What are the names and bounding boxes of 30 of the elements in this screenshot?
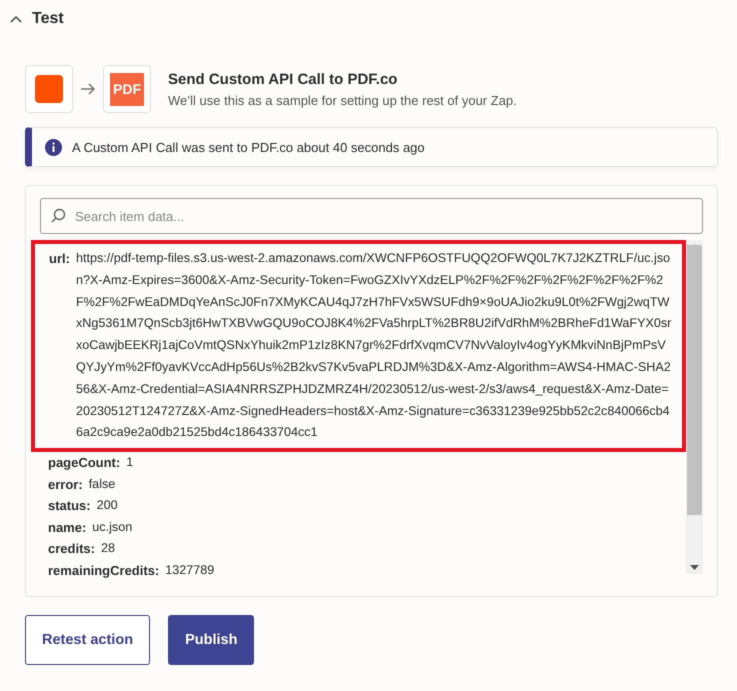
search-field[interactable]: Search item data... — [40, 198, 703, 234]
field-key: url: — [49, 248, 70, 444]
field-value: 1 — [126, 454, 134, 472]
field-value: 200 — [96, 497, 118, 514]
field-value: uc.json — [92, 518, 132, 536]
retest-button[interactable]: Retest action — [25, 615, 150, 665]
collapse-icon[interactable] — [10, 15, 22, 23]
field-value: 28 — [100, 540, 115, 558]
field-key: error: — [48, 474, 83, 496]
section-title: Test — [32, 10, 64, 28]
notice-text: A Custom API Call was sent to PDF.co about 40 seconds ago — [72, 140, 425, 154]
scrollbar[interactable] — [686, 240, 703, 574]
scroll-down-icon[interactable] — [690, 565, 699, 570]
search-icon — [50, 208, 66, 224]
trigger-app-logo — [25, 65, 73, 113]
field-key: remainingCredits: — [48, 560, 160, 582]
field-key: pageCount: — [48, 452, 120, 474]
arrow-icon — [80, 83, 96, 95]
field-key: credits: — [48, 538, 95, 560]
field-value: false — [88, 476, 116, 493]
field-value: https://pdf-temp-files.s3.us-west-2.amazonaws.com/XWCNFP6OSTFUQQ2OFWQ0L7K7J2KZTRLF/uc.json?X-Amz-Expires=3600&X-Amz-Security-Token=FwoGZXIvYXdzELP%2F%2F%2F%2F%2F%2F%2F%2F%2F%2FwEaDMDqYeAnScJ0Fn7XMyKCAU4qJ7zH7hFVx5WSUFdh9×9oUAJio2ku9L0t%2FWgj2wqTWxNg5361M7QnScb3jt6HwTXBVwGQU9oCOJ8K4%2FVa5hrpLT%2BR8U2ifVdRhM%2BRheFd1WaFYX0srxoCawjbEEKRj1ajCoVmtQSNxYhuik2mP1zIz8KN7gr%2FdrfXvqmCV7NvValoyIv4ogYyKMkviNnBjPmPsVQYJyYm%2Ff0yavKVccAdHp56Us%2B2kvS7Kv5vaPLRDJM%3D&X-Amz-Algorithm=AWS4-HMAC-SHA256&X-Amz-Credential=ASIA4NRRSZPHJDZMRZ4H/20230512/us-west-2/s3/aws4_request&X-Amz-Date=20230512T124727Z&X-Amz-SignedHeaders=host&X-Amz-Signature=c36331239e925bb52c2c840066cb46a2c9ca9e2a0db21525bd4c186433704cc1 — [76, 250, 672, 442]
pdf-app-logo: PDF — [110, 72, 144, 106]
field-value: 1327789 — [165, 562, 214, 579]
step-subtitle: We’ll use this as a sample for setting up the rest of your Zap. — [168, 92, 517, 108]
field-key: name: — [48, 516, 86, 538]
info-icon — [45, 138, 62, 156]
publish-button[interactable]: Publish — [168, 615, 254, 665]
scrollbar-thumb[interactable] — [687, 245, 702, 515]
field-key: status: — [48, 495, 91, 517]
step-title: Send Custom API Call to PDF.co — [168, 70, 398, 88]
